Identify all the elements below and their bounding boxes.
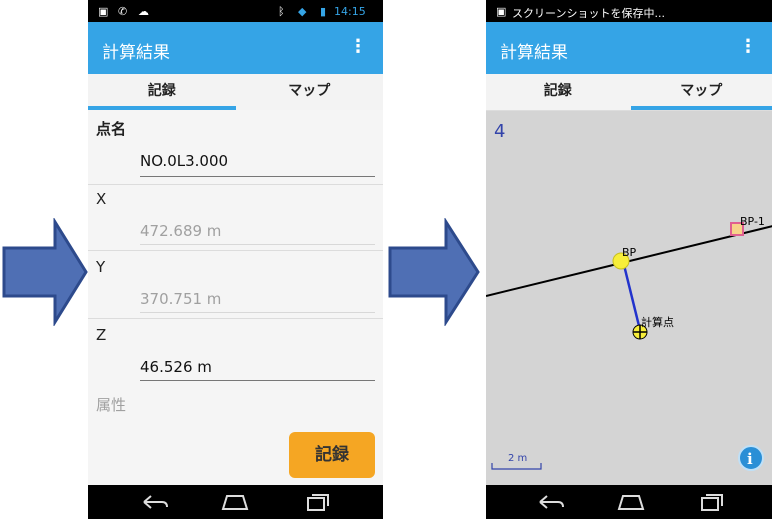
screenshot-icon: ▣ — [496, 5, 507, 18]
field-underline — [140, 312, 375, 313]
status-time: 14:15 — [334, 5, 366, 18]
field-label-y: Y — [96, 258, 106, 276]
tab-bar: 記録 マップ — [88, 74, 383, 111]
home-icon[interactable] — [616, 492, 646, 512]
tab-map[interactable]: マップ — [236, 74, 384, 110]
app-icon: ✆ — [118, 5, 128, 18]
north-arrow-icon: 4 — [494, 121, 505, 142]
phone-screen-record: ▣ ✆ ☁ ᛒ ◆ ▮ 14:15 計算結果 ⋮ 記録 マップ 点名 NO.0L… — [88, 0, 383, 519]
record-form: 点名 NO.0L3.000 X 472.689 m Y 370.751 m Z … — [88, 110, 383, 485]
nav-bar — [88, 485, 383, 519]
bp-label: BP — [622, 246, 637, 259]
field-value-y: 370.751 m — [140, 290, 222, 308]
app-bar: 計算結果 ⋮ — [88, 22, 383, 74]
right-arrow-icon — [2, 218, 88, 326]
divider — [88, 318, 383, 319]
tab-indicator — [631, 106, 772, 110]
bp1-label: BP-1 — [740, 215, 765, 228]
field-label-attribute: 属性 — [96, 396, 127, 414]
tab-bar: 記録 マップ — [486, 74, 772, 111]
battery-icon: ▮ — [320, 5, 327, 18]
field-label-name: 点名 — [96, 120, 127, 138]
field-label-z: Z — [96, 326, 107, 344]
page-title: 計算結果 — [500, 43, 568, 63]
app-bar: 計算結果 ⋮ — [486, 22, 772, 74]
home-icon[interactable] — [220, 492, 250, 512]
overflow-menu-icon[interactable]: ⋮ — [739, 36, 757, 57]
field-label-x: X — [96, 190, 107, 208]
scale-label: 2 m — [508, 453, 527, 464]
screenshot-icon: ▣ — [98, 5, 109, 18]
tab-record[interactable]: 記録 — [88, 74, 236, 110]
offset-link-line — [621, 260, 642, 331]
field-value-x: 472.689 m — [140, 222, 222, 240]
tab-map[interactable]: マップ — [630, 74, 772, 110]
right-arrow-icon — [388, 218, 480, 326]
field-input-name[interactable]: NO.0L3.000 — [140, 152, 228, 170]
divider — [88, 250, 383, 251]
back-icon[interactable] — [140, 492, 170, 512]
field-underline — [140, 380, 375, 381]
back-icon[interactable] — [536, 492, 566, 512]
status-bar: ▣ スクリーンショットを保存中... — [486, 0, 772, 22]
recents-icon[interactable] — [696, 492, 726, 512]
field-underline — [140, 244, 375, 245]
page-title: 計算結果 — [102, 43, 170, 63]
overflow-menu-icon[interactable]: ⋮ — [349, 36, 367, 57]
phone-screen-map: ▣ スクリーンショットを保存中... 計算結果 ⋮ 記録 マップ 4 BP BP… — [486, 0, 772, 519]
record-button[interactable]: 記録 — [289, 432, 375, 478]
divider — [88, 184, 383, 185]
map-view[interactable]: 4 BP BP-1 計算点 2 m i — [486, 111, 772, 485]
wifi-icon: ◆ — [298, 5, 307, 18]
info-icon: i — [747, 450, 753, 468]
status-bar: ▣ ✆ ☁ ᛒ ◆ ▮ 14:15 — [88, 0, 383, 22]
bluetooth-icon: ᛒ — [278, 5, 285, 18]
field-underline — [140, 176, 375, 177]
status-text: スクリーンショットを保存中... — [512, 7, 665, 20]
cloud-icon: ☁ — [138, 5, 149, 18]
calc-point-label: 計算点 — [641, 315, 674, 329]
recents-icon[interactable] — [302, 492, 332, 512]
field-input-z[interactable]: 46.526 m — [140, 358, 212, 376]
nav-bar — [486, 485, 772, 519]
tab-record[interactable]: 記録 — [486, 74, 630, 110]
